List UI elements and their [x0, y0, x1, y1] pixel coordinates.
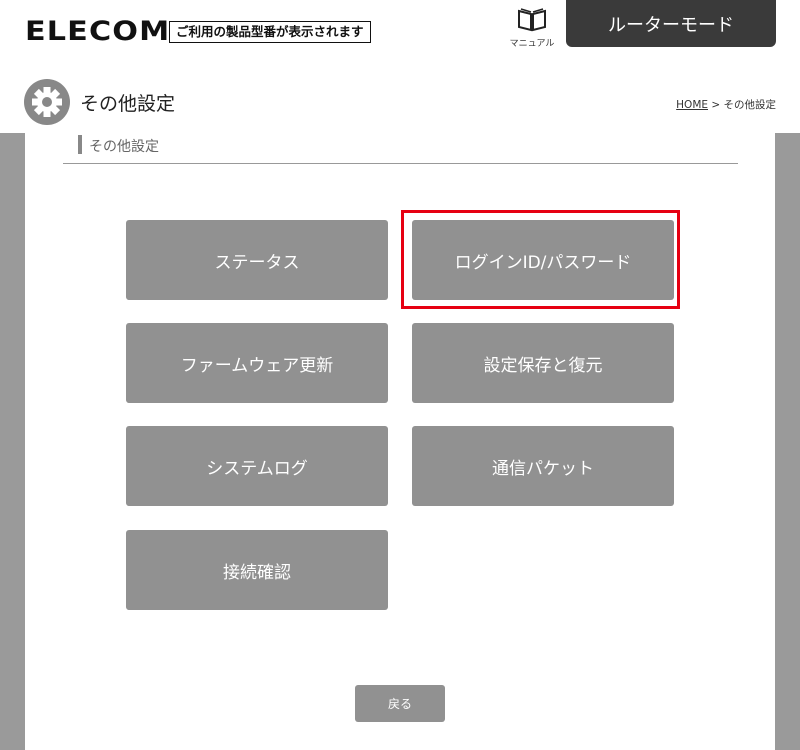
section-accent-bar	[78, 135, 82, 154]
page-title: その他設定	[80, 93, 176, 115]
router-mode-button[interactable]: ルーターモード	[566, 0, 776, 47]
status-button[interactable]: ステータス	[126, 220, 388, 300]
breadcrumb-separator: >	[708, 99, 724, 111]
login-password-button[interactable]: ログインID/パスワード	[412, 220, 674, 300]
packet-capture-button[interactable]: 通信パケット	[412, 426, 674, 506]
gear-icon	[24, 79, 70, 125]
firmware-update-button[interactable]: ファームウェア更新	[126, 323, 388, 403]
breadcrumb-home-link[interactable]: HOME	[676, 99, 708, 111]
breadcrumb-current: その他設定	[723, 99, 777, 111]
system-log-button[interactable]: システムログ	[126, 426, 388, 506]
section-header	[63, 133, 738, 164]
book-icon	[518, 8, 546, 32]
manual-label: マニュアル	[509, 39, 555, 49]
manual-link[interactable]: マニュアル	[508, 8, 556, 49]
model-number-box: ご利用の製品型番が表示されます	[169, 21, 371, 43]
connection-check-button[interactable]: 接続確認	[126, 530, 388, 610]
breadcrumb: HOME > その他設定	[676, 97, 776, 112]
section-title: その他設定	[89, 139, 159, 155]
elecom-logo: ELECOM	[25, 16, 171, 47]
gear-icon-svg	[32, 87, 62, 117]
backup-restore-button[interactable]: 設定保存と復元	[412, 323, 674, 403]
back-button[interactable]: 戻る	[355, 685, 445, 722]
